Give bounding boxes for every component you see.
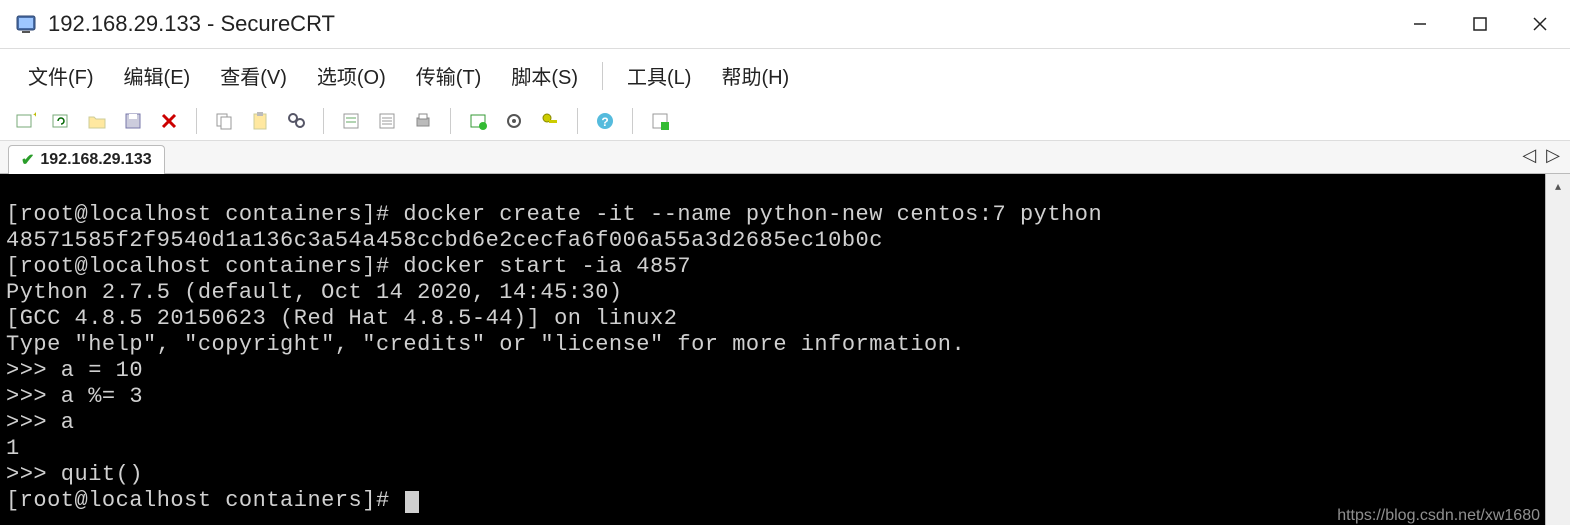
tab-prev-icon[interactable]: ◁ bbox=[1522, 145, 1536, 166]
terminal-line: 48571585f2f9540d1a136c3a54a458ccbd6e2cec… bbox=[6, 228, 883, 253]
reconnect-icon[interactable] bbox=[46, 106, 76, 136]
maximize-button[interactable] bbox=[1450, 0, 1510, 48]
menu-tools[interactable]: 工具(L) bbox=[613, 57, 705, 94]
open-folder-icon[interactable] bbox=[82, 106, 112, 136]
new-session-icon[interactable]: ✦ bbox=[10, 106, 40, 136]
terminal-output: [root@localhost containers]# docker crea… bbox=[0, 174, 1570, 525]
close-button[interactable] bbox=[1510, 0, 1570, 48]
terminal-line: [GCC 4.8.5 20150623 (Red Hat 4.8.5-44)] … bbox=[6, 306, 677, 331]
menu-file[interactable]: 文件(F) bbox=[14, 57, 108, 94]
toolbar-sep bbox=[450, 108, 451, 134]
settings-gear-icon[interactable] bbox=[499, 106, 529, 136]
svg-text:?: ? bbox=[601, 115, 608, 129]
terminal-line: 1 bbox=[6, 436, 20, 461]
terminal-line: Type "help", "copyright", "credits" or "… bbox=[6, 332, 965, 357]
minimize-button[interactable] bbox=[1390, 0, 1450, 48]
tab-label: 192.168.29.133 bbox=[40, 151, 151, 169]
properties-icon[interactable] bbox=[336, 106, 366, 136]
app-icon bbox=[14, 12, 38, 36]
tab-next-icon[interactable]: ▷ bbox=[1546, 145, 1560, 166]
terminal-line: [root@localhost containers]# docker crea… bbox=[6, 202, 1102, 227]
menu-separator bbox=[602, 62, 603, 90]
paste-icon[interactable] bbox=[245, 106, 275, 136]
settings-green-icon[interactable] bbox=[463, 106, 493, 136]
svg-text:✦: ✦ bbox=[32, 110, 36, 121]
menu-bar: 文件(F) 编辑(E) 查看(V) 选项(O) 传输(T) 脚本(S) 工具(L… bbox=[0, 49, 1570, 102]
session-tab[interactable]: ✔ 192.168.29.133 bbox=[8, 145, 165, 174]
terminal-area[interactable]: [root@localhost containers]# docker crea… bbox=[0, 174, 1570, 525]
terminal-line: Python 2.7.5 (default, Oct 14 2020, 14:4… bbox=[6, 280, 623, 305]
toolbar-sep bbox=[323, 108, 324, 134]
terminal-line: >>> quit() bbox=[6, 462, 143, 487]
menu-script[interactable]: 脚本(S) bbox=[497, 57, 592, 94]
scroll-up-icon[interactable]: ▴ bbox=[1546, 174, 1570, 198]
toolbar: ✦ ? bbox=[0, 102, 1570, 141]
menu-options[interactable]: 选项(O) bbox=[303, 57, 400, 94]
delete-icon[interactable] bbox=[154, 106, 184, 136]
menu-edit[interactable]: 编辑(E) bbox=[110, 57, 205, 94]
menu-help[interactable]: 帮助(H) bbox=[707, 57, 803, 94]
tab-nav: ◁ ▷ bbox=[1522, 145, 1560, 166]
window-title: 192.168.29.133 - SecureCRT bbox=[48, 11, 335, 37]
check-icon: ✔ bbox=[21, 150, 34, 170]
toolbar-sep bbox=[577, 108, 578, 134]
menu-transfer[interactable]: 传输(T) bbox=[402, 57, 496, 94]
window-controls bbox=[1390, 0, 1570, 48]
toolbar-sep bbox=[632, 108, 633, 134]
terminal-line: >>> a = 10 bbox=[6, 358, 143, 383]
list-icon[interactable] bbox=[372, 106, 402, 136]
copy-icon[interactable] bbox=[209, 106, 239, 136]
key-icon[interactable] bbox=[535, 106, 565, 136]
watermark-text: https://blog.csdn.net/xw1680 bbox=[1337, 507, 1540, 525]
find-icon[interactable] bbox=[281, 106, 311, 136]
terminal-line: >>> a %= 3 bbox=[6, 384, 143, 409]
print-icon[interactable] bbox=[408, 106, 438, 136]
terminal-line: >>> a bbox=[6, 410, 75, 435]
scrollbar[interactable]: ▴ bbox=[1545, 174, 1570, 525]
title-bar: 192.168.29.133 - SecureCRT bbox=[0, 0, 1570, 49]
tab-bar: ✔ 192.168.29.133 ◁ ▷ bbox=[0, 141, 1570, 174]
terminal-line: [root@localhost containers]# bbox=[6, 488, 403, 513]
terminal-line: [root@localhost containers]# docker star… bbox=[6, 254, 691, 279]
cursor bbox=[405, 491, 419, 513]
toolbar-sep bbox=[196, 108, 197, 134]
save-icon[interactable] bbox=[118, 106, 148, 136]
menu-view[interactable]: 查看(V) bbox=[206, 57, 301, 94]
app-option-icon[interactable] bbox=[645, 106, 675, 136]
help-icon[interactable]: ? bbox=[590, 106, 620, 136]
